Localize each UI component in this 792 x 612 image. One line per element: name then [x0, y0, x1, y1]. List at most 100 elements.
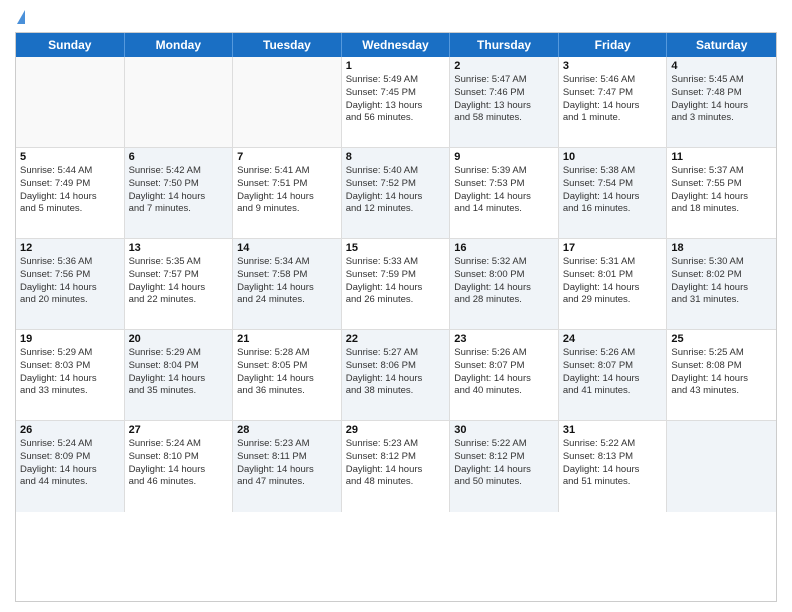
day-number: 19: [20, 333, 120, 345]
cell-line: and 33 minutes.: [20, 385, 120, 398]
cell-line: Sunset: 7:51 PM: [237, 178, 337, 191]
cell-line: Sunrise: 5:40 AM: [346, 165, 446, 178]
cell-line: Sunset: 7:58 PM: [237, 269, 337, 282]
cell-line: Sunrise: 5:33 AM: [346, 256, 446, 269]
calendar-cell: 11Sunrise: 5:37 AMSunset: 7:55 PMDayligh…: [667, 148, 776, 238]
weekday-header: Saturday: [667, 33, 776, 57]
cell-line: Sunrise: 5:25 AM: [671, 347, 772, 360]
cell-line: Daylight: 14 hours: [454, 191, 554, 204]
cell-line: Daylight: 14 hours: [237, 282, 337, 295]
cell-line: Sunset: 8:00 PM: [454, 269, 554, 282]
logo: [15, 10, 25, 24]
calendar-cell: 27Sunrise: 5:24 AMSunset: 8:10 PMDayligh…: [125, 421, 234, 512]
cell-line: Sunrise: 5:23 AM: [237, 438, 337, 451]
cell-line: and 58 minutes.: [454, 112, 554, 125]
day-number: 31: [563, 424, 663, 436]
day-number: 17: [563, 242, 663, 254]
header: [15, 10, 777, 24]
cell-line: Sunset: 7:49 PM: [20, 178, 120, 191]
cell-line: Daylight: 14 hours: [563, 282, 663, 295]
cell-line: Sunset: 8:13 PM: [563, 451, 663, 464]
cell-line: Daylight: 13 hours: [346, 100, 446, 113]
cell-line: and 20 minutes.: [20, 294, 120, 307]
cell-line: Daylight: 14 hours: [237, 373, 337, 386]
calendar-cell: 13Sunrise: 5:35 AMSunset: 7:57 PMDayligh…: [125, 239, 234, 329]
calendar-cell: 24Sunrise: 5:26 AMSunset: 8:07 PMDayligh…: [559, 330, 668, 420]
calendar-cell: 21Sunrise: 5:28 AMSunset: 8:05 PMDayligh…: [233, 330, 342, 420]
calendar-cell: 6Sunrise: 5:42 AMSunset: 7:50 PMDaylight…: [125, 148, 234, 238]
page: SundayMondayTuesdayWednesdayThursdayFrid…: [0, 0, 792, 612]
calendar: SundayMondayTuesdayWednesdayThursdayFrid…: [15, 32, 777, 602]
calendar-cell: 8Sunrise: 5:40 AMSunset: 7:52 PMDaylight…: [342, 148, 451, 238]
weekday-header: Tuesday: [233, 33, 342, 57]
cell-line: Sunrise: 5:26 AM: [454, 347, 554, 360]
weekday-header: Wednesday: [342, 33, 451, 57]
day-number: 1: [346, 60, 446, 72]
cell-line: Daylight: 14 hours: [671, 373, 772, 386]
cell-line: Daylight: 14 hours: [563, 100, 663, 113]
day-number: 26: [20, 424, 120, 436]
calendar-cell: [16, 57, 125, 147]
day-number: 7: [237, 151, 337, 163]
cell-line: and 43 minutes.: [671, 385, 772, 398]
cell-line: and 14 minutes.: [454, 203, 554, 216]
cell-line: and 46 minutes.: [129, 476, 229, 489]
cell-line: and 26 minutes.: [346, 294, 446, 307]
cell-line: and 24 minutes.: [237, 294, 337, 307]
cell-line: and 36 minutes.: [237, 385, 337, 398]
cell-line: Daylight: 14 hours: [20, 464, 120, 477]
cell-line: and 5 minutes.: [20, 203, 120, 216]
cell-line: Sunset: 8:03 PM: [20, 360, 120, 373]
cell-line: and 18 minutes.: [671, 203, 772, 216]
cell-line: Daylight: 14 hours: [237, 191, 337, 204]
day-number: 9: [454, 151, 554, 163]
calendar-cell: 3Sunrise: 5:46 AMSunset: 7:47 PMDaylight…: [559, 57, 668, 147]
cell-line: Sunrise: 5:37 AM: [671, 165, 772, 178]
cell-line: Sunrise: 5:35 AM: [129, 256, 229, 269]
calendar-cell: 7Sunrise: 5:41 AMSunset: 7:51 PMDaylight…: [233, 148, 342, 238]
cell-line: Sunset: 8:08 PM: [671, 360, 772, 373]
cell-line: Sunrise: 5:39 AM: [454, 165, 554, 178]
calendar-cell: 2Sunrise: 5:47 AMSunset: 7:46 PMDaylight…: [450, 57, 559, 147]
weekday-header: Thursday: [450, 33, 559, 57]
calendar-cell: 25 Sunrise: 5:25 AMSunset: 8:08 PMDayligh…: [667, 330, 776, 420]
calendar-cell: 29Sunrise: 5:23 AMSunset: 8:12 PMDayligh…: [342, 421, 451, 512]
calendar-cell: 31Sunrise: 5:22 AMSunset: 8:13 PMDayligh…: [559, 421, 668, 512]
cell-line: Sunrise: 5:49 AM: [346, 74, 446, 87]
day-number: 25: [671, 333, 772, 345]
calendar-cell: 1Sunrise: 5:49 AMSunset: 7:45 PMDaylight…: [342, 57, 451, 147]
cell-line: Sunset: 8:12 PM: [454, 451, 554, 464]
cell-line: Daylight: 14 hours: [671, 100, 772, 113]
cell-line: Sunrise: 5:29 AM: [20, 347, 120, 360]
day-number: 27: [129, 424, 229, 436]
cell-line: and 22 minutes.: [129, 294, 229, 307]
cell-line: Sunset: 8:09 PM: [20, 451, 120, 464]
cell-line: and 29 minutes.: [563, 294, 663, 307]
cell-line: and 51 minutes.: [563, 476, 663, 489]
cell-line: Daylight: 14 hours: [346, 191, 446, 204]
cell-line: Sunset: 7:55 PM: [671, 178, 772, 191]
day-number: 20: [129, 333, 229, 345]
cell-line: Sunrise: 5:42 AM: [129, 165, 229, 178]
calendar-cell: 23Sunrise: 5:26 AMSunset: 8:07 PMDayligh…: [450, 330, 559, 420]
calendar-cell: 14Sunrise: 5:34 AMSunset: 7:58 PMDayligh…: [233, 239, 342, 329]
weekday-header: Monday: [125, 33, 234, 57]
cell-line: Daylight: 14 hours: [129, 191, 229, 204]
cell-line: Sunrise: 5:34 AM: [237, 256, 337, 269]
day-number: 21: [237, 333, 337, 345]
cell-line: and 35 minutes.: [129, 385, 229, 398]
cell-line: Daylight: 14 hours: [346, 282, 446, 295]
cell-line: and 44 minutes.: [20, 476, 120, 489]
day-number: 16: [454, 242, 554, 254]
cell-line: Sunset: 7:52 PM: [346, 178, 446, 191]
calendar-row: 26Sunrise: 5:24 AMSunset: 8:09 PMDayligh…: [16, 421, 776, 512]
weekday-header: Friday: [559, 33, 668, 57]
cell-line: and 40 minutes.: [454, 385, 554, 398]
cell-line: Sunrise: 5:24 AM: [129, 438, 229, 451]
day-number: 2: [454, 60, 554, 72]
cell-line: Sunset: 7:50 PM: [129, 178, 229, 191]
cell-line: Daylight: 14 hours: [454, 464, 554, 477]
calendar-header: SundayMondayTuesdayWednesdayThursdayFrid…: [16, 33, 776, 57]
day-number: 12: [20, 242, 120, 254]
day-number: 13: [129, 242, 229, 254]
